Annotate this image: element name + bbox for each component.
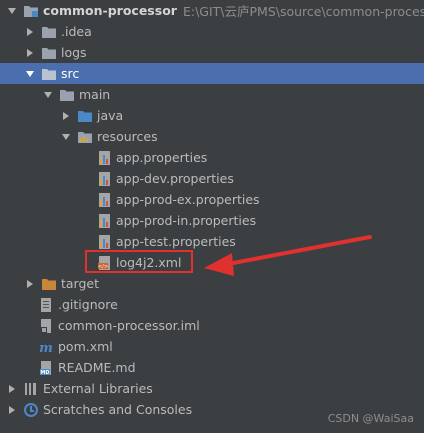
watermark: CSDN @WaiSaa — [327, 412, 414, 425]
annotation-arrow-icon — [204, 235, 372, 276]
